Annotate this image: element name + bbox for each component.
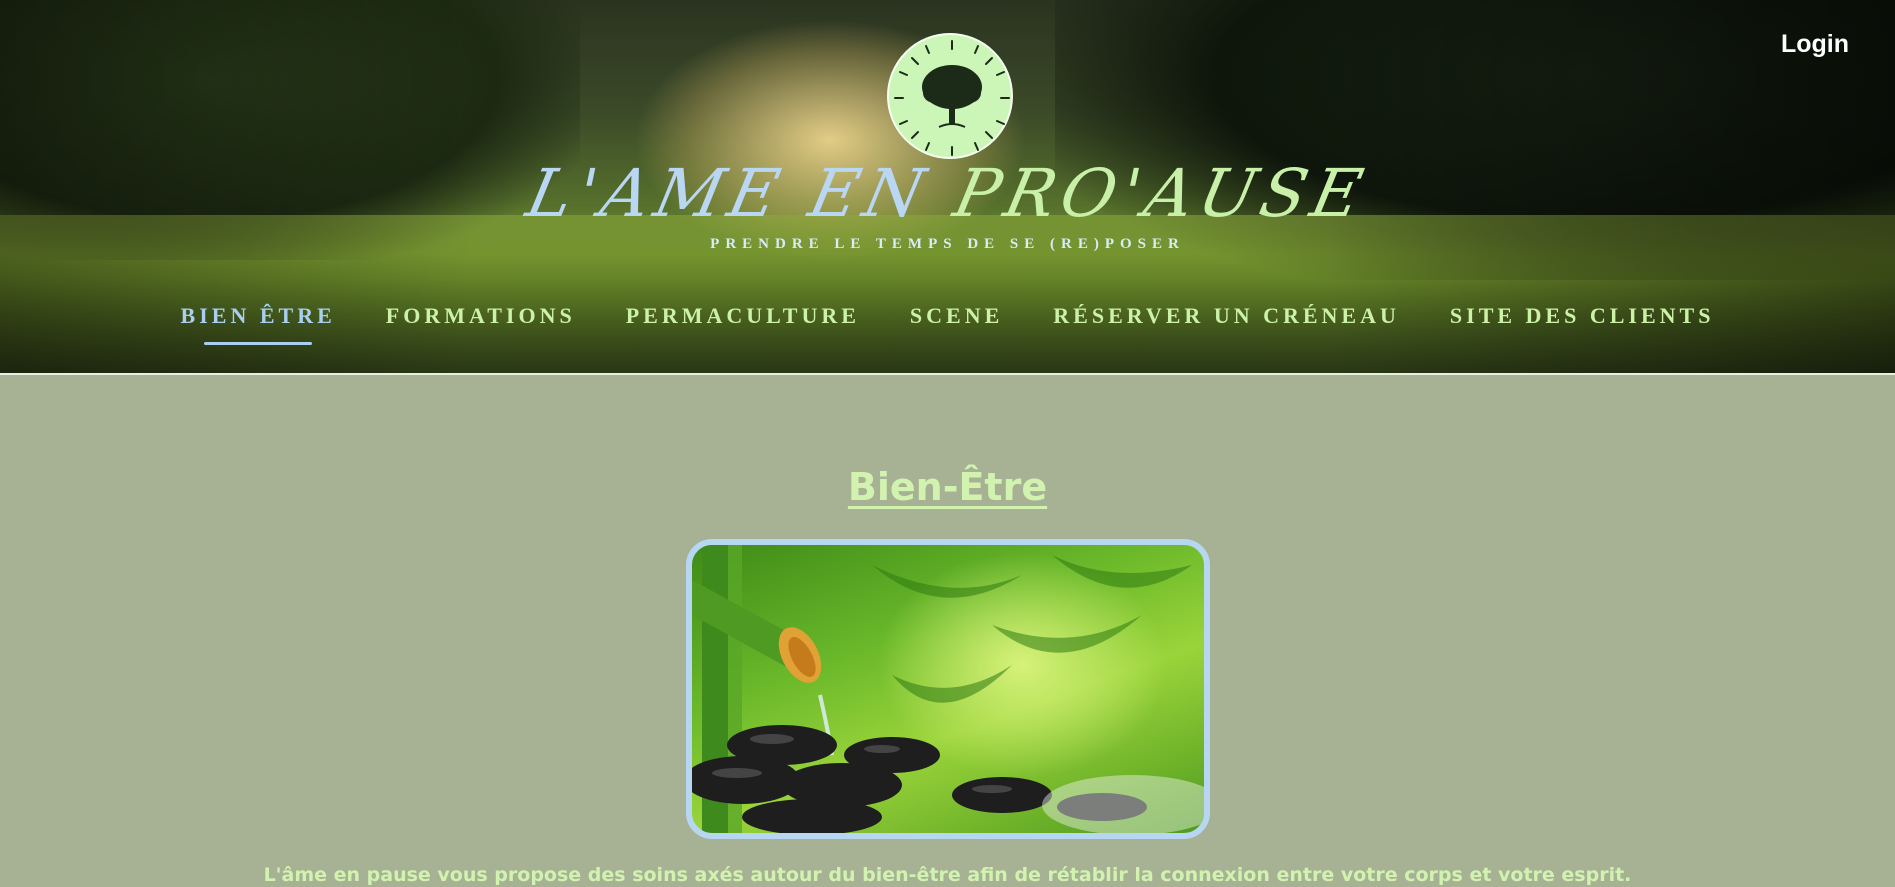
hero-header: Login L'AME EN PRO'AUSE PRENDRE LE TEMPS… (0, 0, 1895, 375)
logo-tree-icon[interactable] (887, 33, 1013, 159)
login-link[interactable]: Login (1781, 30, 1849, 59)
brand-tagline: PRENDRE LE TEMPS DE SE (RE)POSER (710, 236, 1185, 252)
intro-paragraph: L'âme en pause vous propose des soins ax… (263, 864, 1632, 886)
brand-title-part2: PRO'AUSE (947, 155, 1375, 232)
page-title: Bien-Être (847, 465, 1048, 509)
bamboo-stones-image (686, 539, 1210, 839)
brand-title-part1: L'AME EN (520, 155, 964, 232)
nav-item-site-clients[interactable]: SITE DES CLIENTS (1425, 303, 1740, 329)
nav-item-permaculture[interactable]: PERMACULTURE (601, 303, 885, 329)
nav-item-formations[interactable]: FORMATIONS (361, 303, 601, 329)
nav-item-scene[interactable]: SCENE (885, 303, 1028, 329)
nav-item-bien-etre[interactable]: BIEN ÊTRE (156, 303, 361, 329)
nav-item-reserver[interactable]: RÉSERVER UN CRÉNEAU (1028, 303, 1425, 329)
brand-title[interactable]: L'AME EN PRO'AUSE (0, 155, 1895, 232)
main-nav: BIEN ÊTRE FORMATIONS PERMACULTURE SCENE … (0, 303, 1895, 329)
